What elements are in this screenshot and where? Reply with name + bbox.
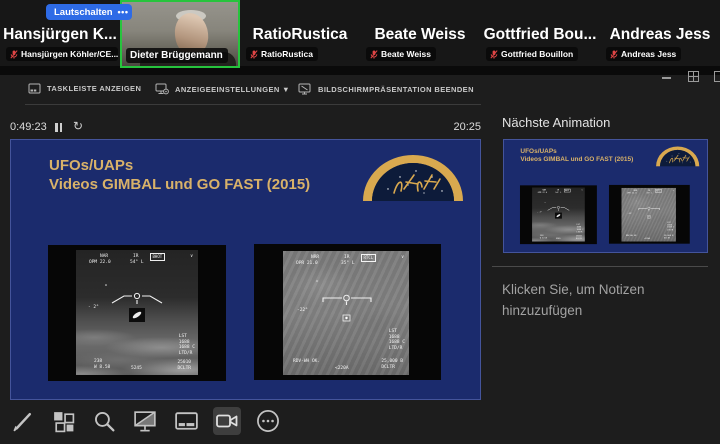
participant-more-button[interactable]: ••• (114, 4, 132, 20)
pen-tool-button[interactable] (8, 407, 36, 435)
participant-footer: RatioRustica (246, 47, 318, 61)
display-settings-icon (155, 83, 169, 95)
slide-title-line2: Videos GIMBAL und GO FAST (2015) (520, 155, 633, 163)
presenter-view: TASKLEISTE ANZEIGEN ANZEIGEEINSTELLUNGEN… (0, 75, 720, 444)
current-slide[interactable]: UFOs/UAPs Videos GIMBAL und GO FAST (201… (10, 139, 481, 400)
slide-title-line1: UFOs/UAPs (520, 147, 633, 155)
pause-timer-button[interactable] (55, 123, 63, 132)
elapsed-time: 0:49:23 (10, 121, 47, 133)
participant-footer-label: Andreas Jess (621, 49, 676, 59)
gofast-video-still: NRR OPR 21.0 IR 35° L RTCL ∨ -22° LST 16… (254, 244, 441, 380)
end-presentation-icon (298, 83, 312, 95)
strip-more-icon[interactable] (714, 71, 720, 82)
see-all-slides-button[interactable] (49, 407, 77, 435)
black-screen-icon (132, 409, 159, 434)
participant-tile-dieter-video[interactable]: Dieter Brüggemann (120, 0, 240, 68)
participant-name: Beate Weiss (362, 26, 478, 44)
participant-footer-label: Dieter Brüggemann (130, 50, 223, 61)
participant-name: Andreas Jess (602, 26, 718, 44)
mic-muted-icon (610, 50, 618, 59)
gofast-flir-frame: NRR OPR 21.0 IR 35° L RTCL ∨ -22° LST 16… (622, 188, 676, 242)
current-time: 20:25 (411, 121, 481, 133)
participant-footer: Hansjürgen Köhler/CE... (6, 47, 118, 61)
zoom-slide-button[interactable] (90, 407, 118, 435)
mic-muted-icon (10, 50, 18, 59)
gofast-video-still: NRR OPR 21.0 IR 35° L RTCL ∨ -22° LST 16… (609, 185, 690, 244)
participant-tile-beate[interactable]: Beate Weiss Beate Weiss (360, 0, 480, 66)
see-all-slides-icon (51, 409, 76, 434)
slide-title-line2: Videos GIMBAL und GO FAST (2015) (49, 175, 310, 194)
participant-footer-label: Gottfried Bouillon (501, 49, 573, 59)
next-slide-thumbnail[interactable]: UFOs/UAPs Videos GIMBAL und GO FAST (201… (503, 139, 708, 253)
gimbal-video-still: NAR OPM 22.0 IR 54° L BHOT ∨ - 2° LST 16… (520, 185, 597, 244)
mic-muted-icon (370, 50, 378, 59)
taskbar-icon (28, 83, 41, 94)
black-screen-button[interactable] (131, 407, 159, 435)
gofast-hud-crosshair-icon (283, 251, 409, 375)
camera-toggle-button[interactable] (213, 407, 241, 435)
toolbar-separator (25, 104, 481, 105)
zoom-video-strip: Hansjürgen K... Hansjürgen Köhler/CE... … (0, 0, 720, 75)
next-slide-thumbnail-content: UFOs/UAPs Videos GIMBAL und GO FAST (201… (504, 140, 707, 253)
show-taskbar-button[interactable]: TASKLEISTE ANZEIGEN (28, 83, 141, 94)
participant-name: Hansjürgen K... (2, 26, 118, 44)
notes-separator (492, 266, 708, 267)
participant-footer: Andreas Jess (606, 47, 681, 61)
gimbal-video-still: NAR OPM 22.0 IR 54° L BHOT ∨ - 2° LST 16… (48, 245, 226, 381)
participant-name: Gottfried Bou... (482, 26, 598, 44)
unmute-button[interactable]: Lautschalten (46, 4, 121, 20)
gimbal-hud-crosshair-icon (76, 250, 198, 375)
astronomieverein-logo-icon (358, 151, 468, 201)
mic-muted-icon (250, 50, 258, 59)
participant-footer-label: Hansjürgen Köhler/CE... (21, 49, 118, 59)
astronomieverein-logo-icon (654, 145, 702, 167)
show-taskbar-label: TASKLEISTE ANZEIGEN (47, 84, 141, 93)
slide-title: UFOs/UAPs Videos GIMBAL und GO FAST (201… (520, 147, 633, 163)
participant-tile-andreas[interactable]: Andreas Jess Andreas Jess (600, 0, 720, 66)
magnifier-icon (92, 409, 117, 434)
more-slideshow-options-button[interactable] (254, 407, 282, 435)
notes-placeholder[interactable]: Klicken Sie, um Notizen hinzuzufügen (502, 279, 664, 321)
mic-muted-icon (490, 50, 498, 59)
participant-name: RatioRustica (242, 26, 358, 44)
gofast-hud-crosshair-icon (622, 188, 676, 242)
participant-tile-gottfried[interactable]: Gottfried Bou... Gottfried Bouillon (480, 0, 600, 66)
end-presentation-label: BILDSCHIRMPRÄSENTATION BEENDEN (318, 85, 474, 94)
gofast-flir-frame: NRR OPR 21.0 IR 35° L RTCL ∨ -22° LST 16… (283, 251, 409, 375)
gimbal-flir-frame: NAR OPM 22.0 IR 54° L BHOT ∨ - 2° LST 16… (76, 250, 198, 375)
slideshow-toolbar (8, 407, 282, 435)
participant-tile-ratiorustica[interactable]: RatioRustica RatioRustica (240, 0, 360, 66)
display-settings-label: ANZEIGEEINSTELLUNGEN ▼ (175, 85, 290, 94)
gimbal-flir-frame: NAR OPM 22.0 IR 54° L BHOT ∨ - 2° LST 16… (532, 188, 585, 242)
slide-title: UFOs/UAPs Videos GIMBAL und GO FAST (201… (49, 156, 310, 194)
next-animation-header: Nächste Animation (502, 115, 610, 130)
strip-layout-icon[interactable] (688, 71, 699, 82)
end-presentation-button[interactable]: BILDSCHIRMPRÄSENTATION BEENDEN (298, 83, 474, 95)
participant-footer-label: Beate Weiss (381, 49, 431, 59)
slide-title-line1: UFOs/UAPs (49, 156, 310, 175)
display-settings-button[interactable]: ANZEIGEEINSTELLUNGEN ▼ (155, 83, 290, 95)
subtitles-icon (173, 409, 200, 434)
subtitles-button[interactable] (172, 407, 200, 435)
gimbal-hud-crosshair-icon (532, 188, 585, 242)
screen: Hansjürgen K... Hansjürgen Köhler/CE... … (0, 0, 720, 444)
participant-footer: Gottfried Bouillon (486, 47, 578, 61)
restart-timer-button[interactable]: ↻ (73, 119, 83, 133)
camera-icon (214, 409, 240, 433)
pen-icon (10, 409, 35, 434)
participant-footer: Dieter Brüggemann (126, 48, 228, 63)
strip-minimize-icon[interactable] (662, 77, 671, 79)
more-options-icon (255, 408, 281, 434)
participant-footer: Beate Weiss (366, 47, 436, 61)
participant-footer-label: RatioRustica (261, 49, 313, 59)
